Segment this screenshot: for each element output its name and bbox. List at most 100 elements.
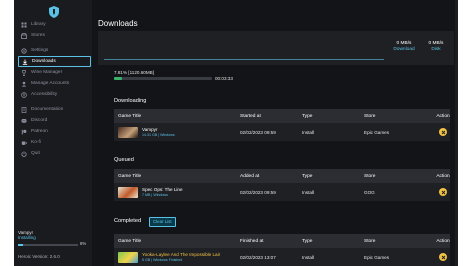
sidebar-nav: Library Stores Settings Downloads Wine M…: [14, 19, 92, 159]
sidebar-item-discord[interactable]: Discord: [18, 115, 91, 126]
sidebar-item-label: Library: [31, 22, 46, 27]
store: Epic Games: [364, 129, 390, 135]
sidebar-item-label: Settings: [31, 48, 49, 53]
sidebar-item-documentation[interactable]: Documentation: [18, 104, 91, 115]
type: Install: [302, 254, 315, 260]
header-added-at: Added at: [240, 173, 260, 179]
kofi-icon: [21, 140, 27, 146]
table-header: Game Title Added at Type Store Action: [114, 169, 450, 183]
sidebar: Library Stores Settings Downloads Wine M…: [14, 0, 92, 266]
table-header: Game Title Started at Type Store Action: [114, 109, 450, 123]
disk-speed-value: 0 MB/s: [428, 41, 444, 46]
download-speed: 0 MB/s Download: [386, 41, 422, 52]
completed-heading: Completed: [114, 218, 142, 224]
queued-heading: Queued: [114, 157, 134, 163]
patreon-icon: [21, 129, 27, 135]
sidebar-item-settings[interactable]: Settings: [18, 45, 91, 56]
header-action: Action: [436, 173, 450, 179]
table-row[interactable]: Spec Ops: The Line 7 MB | Windows 02/02/…: [114, 183, 450, 201]
game-cover-image: [118, 186, 138, 198]
current-download-status: Installing: [18, 235, 36, 240]
discord-icon: [21, 118, 27, 124]
queued-table: Game Title Added at Type Store Action Sp…: [114, 169, 450, 201]
game-title: Yooka-Laylee And The Impossible Lair: [142, 252, 221, 257]
game-cover-image: [118, 126, 138, 138]
downloads-page: Downloads 0 MB/s Download 0 MB/s Disk 7.…: [98, 0, 454, 266]
header-action: Action: [436, 238, 450, 244]
game-title: Spec Ops: The Line: [142, 187, 183, 192]
sidebar-item-label: Documentation: [31, 107, 64, 112]
heroic-logo-icon: [49, 6, 59, 18]
completed-table: Game Title Finished at Type Store Action…: [114, 234, 450, 266]
download-eta: 00:03:33: [215, 76, 233, 81]
table-header: Game Title Finished at Type Store Action: [114, 234, 450, 248]
progress-text: 7.81% [1120.60MB]: [114, 70, 155, 75]
game-size: 14.31 GB | Windows: [142, 133, 175, 137]
game-size: 7 MB | Windows: [142, 193, 168, 197]
game-cover-image: [118, 251, 138, 263]
table-row[interactable]: Yooka-Laylee And The Impossible Lair 5 G…: [114, 248, 450, 266]
cancel-download-button[interactable]: [439, 128, 447, 136]
current-download-percent: 8%: [80, 241, 87, 246]
sidebar-item-label: Patreon: [31, 129, 48, 134]
sidebar-item-manage-accounts[interactable]: Manage Accounts: [18, 78, 91, 89]
gear-icon: [21, 47, 27, 54]
sidebar-item-patreon[interactable]: Patreon: [18, 126, 91, 137]
header-store: Store: [364, 113, 376, 119]
sidebar-item-label: Quit: [31, 151, 40, 156]
book-icon: [21, 106, 27, 113]
speed-graph: [104, 59, 384, 60]
finished-at: 02/02/2023 13:07: [240, 254, 276, 260]
sidebar-item-downloads[interactable]: Downloads: [18, 56, 91, 67]
header-type: Type: [302, 238, 313, 244]
page-scrollbar[interactable]: [455, 0, 458, 266]
current-download-widget[interactable]: Vampyr Installing 8%: [18, 230, 88, 246]
header-finished-at: Finished at: [240, 238, 264, 244]
sidebar-item-label: Manage Accounts: [31, 81, 70, 86]
sidebar-item-label: Discord: [31, 118, 48, 123]
user-icon: [21, 81, 27, 87]
header-game-title: Game Title: [118, 238, 142, 244]
type: Install: [302, 189, 315, 195]
sidebar-item-stores[interactable]: Stores: [18, 30, 91, 41]
sidebar-item-ko-fi[interactable]: Ko-fi: [18, 137, 91, 148]
page-title: Downloads: [98, 19, 138, 28]
sidebar-item-label: Stores: [31, 33, 45, 38]
added-at: 02/02/2023 09:59: [240, 189, 276, 195]
sidebar-item-label: Wine Manager: [31, 70, 63, 75]
store: GOG: [364, 189, 375, 195]
download-speed-card: 0 MB/s Download 0 MB/s Disk: [98, 31, 454, 65]
close-icon: [441, 255, 445, 259]
remove-from-queue-button[interactable]: [439, 188, 447, 196]
download-progress-bar: [114, 77, 212, 80]
clear-list-button[interactable]: Clear List: [149, 217, 176, 227]
download-speed-label: Download: [393, 47, 415, 52]
type: Install: [302, 129, 315, 135]
header-action: Action: [436, 113, 450, 119]
store-icon: [21, 32, 27, 39]
table-row[interactable]: Vampyr 14.31 GB | Windows 02/02/2023 09:…: [114, 123, 450, 141]
quit-icon: [21, 150, 27, 157]
game-size: 5 GB | Windows Finished: [142, 258, 183, 262]
sidebar-item-label: Ko-fi: [31, 140, 41, 145]
sidebar-item-quit[interactable]: Quit: [18, 148, 91, 159]
app-window: Library Stores Settings Downloads Wine M…: [14, 0, 458, 266]
current-download-progress: [18, 244, 78, 246]
remove-completed-button[interactable]: [439, 253, 447, 261]
disk-speed-label: Disk: [431, 47, 441, 52]
close-icon: [441, 130, 445, 134]
game-title: Vampyr: [142, 127, 158, 132]
sidebar-item-label: Accessibility: [31, 92, 58, 97]
app-version: Heroic Version: 2.6.0: [18, 254, 60, 259]
accessibility-icon: [21, 91, 27, 98]
header-game-title: Game Title: [118, 173, 142, 179]
header-store: Store: [364, 173, 376, 179]
sidebar-item-wine-manager[interactable]: Wine Manager: [18, 67, 91, 78]
sidebar-item-accessibility[interactable]: Accessibility: [18, 89, 91, 100]
download-speed-value: 0 MB/s: [396, 41, 412, 46]
disk-speed: 0 MB/s Disk: [420, 41, 452, 52]
current-download-progress-fill: [18, 244, 23, 246]
header-type: Type: [302, 173, 313, 179]
close-icon: [441, 190, 445, 194]
sidebar-item-library[interactable]: Library: [18, 19, 91, 30]
